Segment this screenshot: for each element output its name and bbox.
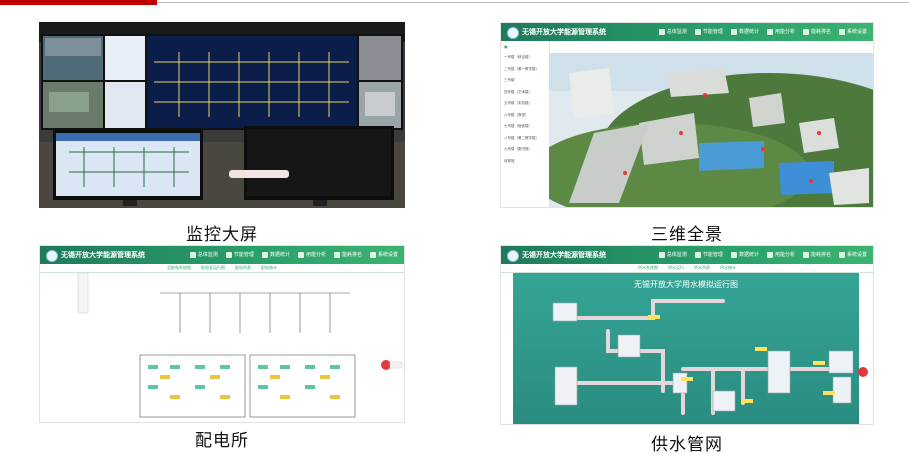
sub-tabs: 供水系统图 供水运行 供水列表 供水统计 [501, 264, 873, 273]
nav-item[interactable]: 能耗排名 [803, 246, 831, 264]
app-title: 无锡开放大学能源管理系统 [61, 251, 145, 259]
nav-item[interactable]: 数据统计 [731, 23, 759, 41]
tab[interactable]: 供水列表 [694, 264, 710, 272]
nav-item[interactable]: 总体监测 [190, 246, 218, 264]
monitoring-screen-photo [39, 22, 405, 208]
sidebar-item[interactable]: 八号楼（第二教学楼） [504, 133, 546, 145]
top-nav: 总体监测 节能管理 数据统计 用能分析 能耗排名 系统设置 [190, 246, 398, 264]
nav-item[interactable]: 节能管理 [695, 246, 723, 264]
panorama-screenshot: 无锡开放大学能源管理系统 总体监测 节能管理 数据统计 用能分析 能耗排名 系统… [500, 22, 874, 208]
nav-item[interactable]: 系统设置 [839, 246, 867, 264]
caption-monitoring: 监控大屏 [186, 225, 258, 245]
nav-item[interactable]: 用能分析 [298, 246, 326, 264]
building-sidebar: ▣ 一号楼（综合楼） 二号楼（第一教学楼） 三号楼 四号楼（艺术楼） 五号楼（实… [501, 41, 550, 207]
water-network-screenshot: 无锡开放大学能源管理系统 总体监测 节能管理 数据统计 用能分析 能耗排名 系统… [500, 245, 874, 425]
nav-item[interactable]: 用能分析 [767, 23, 795, 41]
campus-3d-view[interactable] [549, 53, 873, 207]
nav-item[interactable]: 系统设置 [370, 246, 398, 264]
sidebar-item[interactable]: 一号楼（综合楼） [504, 52, 546, 64]
sidebar-item[interactable]: 三号楼 [504, 75, 546, 87]
nav-item[interactable]: 节能管理 [695, 23, 723, 41]
sidebar-item[interactable]: 九号楼（图书馆） [504, 144, 546, 156]
tab[interactable]: 配电统计 [261, 264, 277, 272]
nav-item[interactable]: 总体监测 [659, 23, 687, 41]
top-decoration-bar [0, 0, 909, 8]
school-logo-icon [507, 250, 519, 262]
app-title: 无锡开放大学能源管理系统 [522, 251, 606, 259]
nav-item[interactable]: 数据统计 [731, 246, 759, 264]
water-diagram-area[interactable]: 无锡开放大学用水模拟运行图 [513, 273, 859, 424]
nav-item[interactable]: 能耗排名 [334, 246, 362, 264]
caption-panorama: 三维全景 [651, 225, 723, 245]
distribution-screenshot: 无锡开放大学能源管理系统 总体监测 节能管理 数据统计 用能分析 能耗排名 系统… [39, 245, 405, 423]
app-title: 无锡开放大学能源管理系统 [522, 28, 606, 36]
nav-item[interactable]: 系统设置 [839, 23, 867, 41]
app-header: 无锡开放大学能源管理系统 总体监测 节能管理 数据统计 用能分析 能耗排名 系统… [501, 246, 873, 264]
sidebar-item[interactable]: 七号楼（宿舍楼） [504, 121, 546, 133]
control-room-illustration [39, 22, 405, 208]
nav-item[interactable]: 节能管理 [226, 246, 254, 264]
pipe-network [552, 299, 854, 415]
sub-tabs: 总配电系统图 配电室运行图 配电列表 配电统计 [40, 264, 404, 273]
tab[interactable]: 供水运行 [668, 264, 684, 272]
single-line-diagram[interactable] [40, 273, 404, 422]
tab[interactable]: 供水统计 [720, 264, 736, 272]
sidebar-header: ▣ [504, 44, 508, 49]
top-nav: 总体监测 节能管理 数据统计 用能分析 能耗排名 系统设置 [659, 23, 867, 41]
nav-item[interactable]: 用能分析 [767, 246, 795, 264]
nav-item[interactable]: 数据统计 [262, 246, 290, 264]
sidebar-item[interactable]: 四号楼（艺术楼） [504, 87, 546, 99]
accent-red-bar [0, 0, 157, 5]
app-header: 无锡开放大学能源管理系统 总体监测 节能管理 数据统计 用能分析 能耗排名 系统… [501, 23, 873, 41]
tab[interactable]: 总配电系统图 [167, 264, 191, 272]
top-nav: 总体监测 节能管理 数据统计 用能分析 能耗排名 系统设置 [659, 246, 867, 264]
tab[interactable]: 配电室运行图 [201, 264, 225, 272]
app-header: 无锡开放大学能源管理系统 总体监测 节能管理 数据统计 用能分析 能耗排名 系统… [40, 246, 404, 264]
sidebar-item[interactable]: 二号楼（第一教学楼） [504, 64, 546, 76]
sidebar-item[interactable]: 六号楼（食堂） [504, 110, 546, 122]
tab[interactable]: 配电列表 [235, 264, 251, 272]
float-menu-icon[interactable] [857, 366, 871, 378]
divider-line [157, 2, 909, 3]
caption-distribution: 配电所 [195, 431, 249, 451]
tab[interactable]: 供水系统图 [638, 264, 658, 272]
sidebar-item[interactable]: 体育馆 [504, 156, 546, 168]
school-logo-icon [507, 27, 519, 39]
sidebar-item[interactable]: 五号楼（实验楼） [504, 98, 546, 110]
caption-water: 供水管网 [651, 435, 723, 455]
nav-item[interactable]: 能耗排名 [803, 23, 831, 41]
school-logo-icon [46, 250, 58, 262]
nav-item[interactable]: 总体监测 [659, 246, 687, 264]
